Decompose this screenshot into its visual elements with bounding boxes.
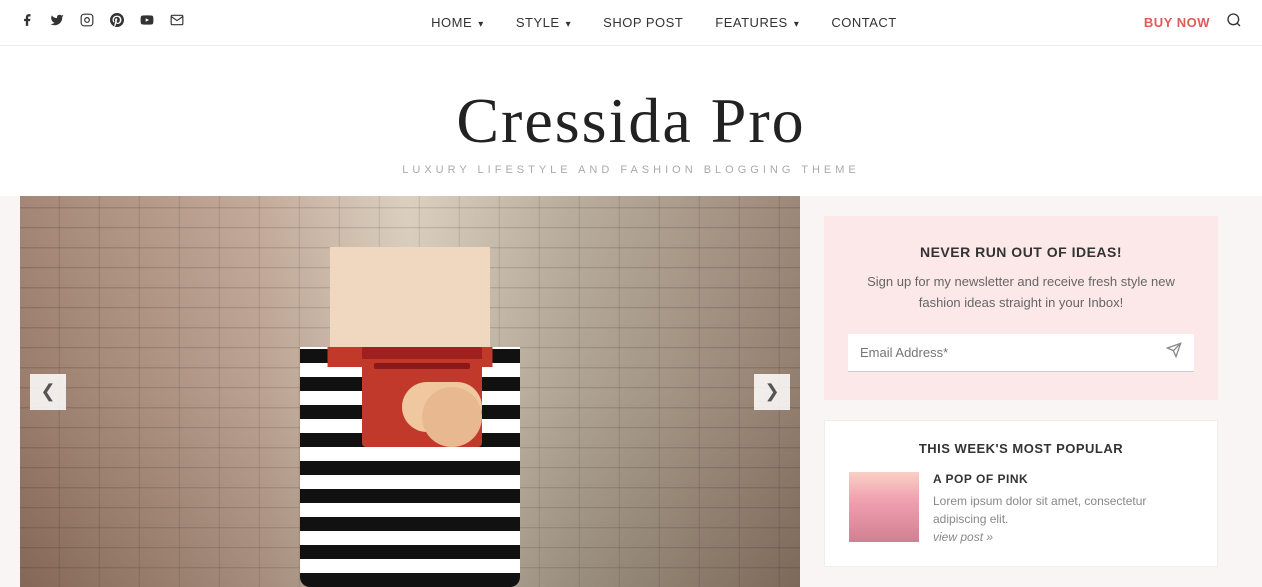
popular-item-link[interactable]: view post » [933,530,993,544]
pinterest-icon[interactable] [110,13,124,32]
menu-item-features[interactable]: FEATURES ▾ [715,14,799,32]
slider-image [20,196,800,587]
thumbnail-image [849,472,919,542]
youtube-icon[interactable] [140,13,154,32]
popular-thumbnail [849,472,919,542]
popular-item-info: A POP OF PINK Lorem ipsum dolor sit amet… [933,472,1193,546]
newsletter-description: Sign up for my newsletter and receive fr… [848,272,1194,314]
instagram-icon[interactable] [80,13,94,32]
menu-item-shop-post[interactable]: SHOP POST [603,14,683,32]
newsletter-box: NEVER RUN OUT OF IDEAS! Sign up for my n… [824,216,1218,400]
popular-item-title: A POP OF PINK [933,472,1193,486]
send-icon[interactable] [1166,342,1182,363]
email-icon[interactable] [170,13,184,32]
email-input[interactable] [860,345,1166,360]
social-icons-group [20,13,184,32]
brand-section: Cressida Pro LUXURY LIFESTYLE AND FASHIO… [0,46,1262,196]
twitter-icon[interactable] [50,13,64,32]
email-input-row [848,334,1194,372]
nav-right: BUY NOW [1144,12,1242,33]
main-content: ❮ ❯ NEVER RUN OUT OF IDEAS! Sign up for … [0,196,1262,587]
brand-title: Cressida Pro [20,86,1242,156]
popular-box: THIS WEEK'S MOST POPULAR A POP OF PINK L… [824,420,1218,567]
slider-prev-button[interactable]: ❮ [30,374,66,410]
menu-item-contact[interactable]: CONTACT [831,14,896,32]
dropdown-arrow: ▾ [566,19,572,30]
search-icon[interactable] [1226,12,1242,33]
buy-now-button[interactable]: BUY NOW [1144,15,1210,30]
top-navigation: HOME ▾ STYLE ▾ SHOP POST FEATURES ▾ CONT… [0,0,1262,46]
popular-item: A POP OF PINK Lorem ipsum dolor sit amet… [849,472,1193,546]
brand-subtitle: LUXURY LIFESTYLE AND FASHION BLOGGING TH… [20,164,1242,176]
sidebar: NEVER RUN OUT OF IDEAS! Sign up for my n… [800,196,1242,587]
menu-item-home[interactable]: HOME ▾ [431,14,484,32]
slider-next-button[interactable]: ❯ [754,374,790,410]
image-slider: ❮ ❯ [20,196,800,587]
main-menu: HOME ▾ STYLE ▾ SHOP POST FEATURES ▾ CONT… [184,14,1144,32]
dropdown-arrow: ▾ [478,19,484,30]
popular-section-title: THIS WEEK'S MOST POPULAR [849,441,1193,456]
newsletter-title: NEVER RUN OUT OF IDEAS! [848,244,1194,260]
popular-item-description: Lorem ipsum dolor sit amet, consectetur … [933,492,1193,528]
facebook-icon[interactable] [20,13,34,32]
menu-item-style[interactable]: STYLE ▾ [516,14,571,32]
dropdown-arrow: ▾ [794,19,800,30]
